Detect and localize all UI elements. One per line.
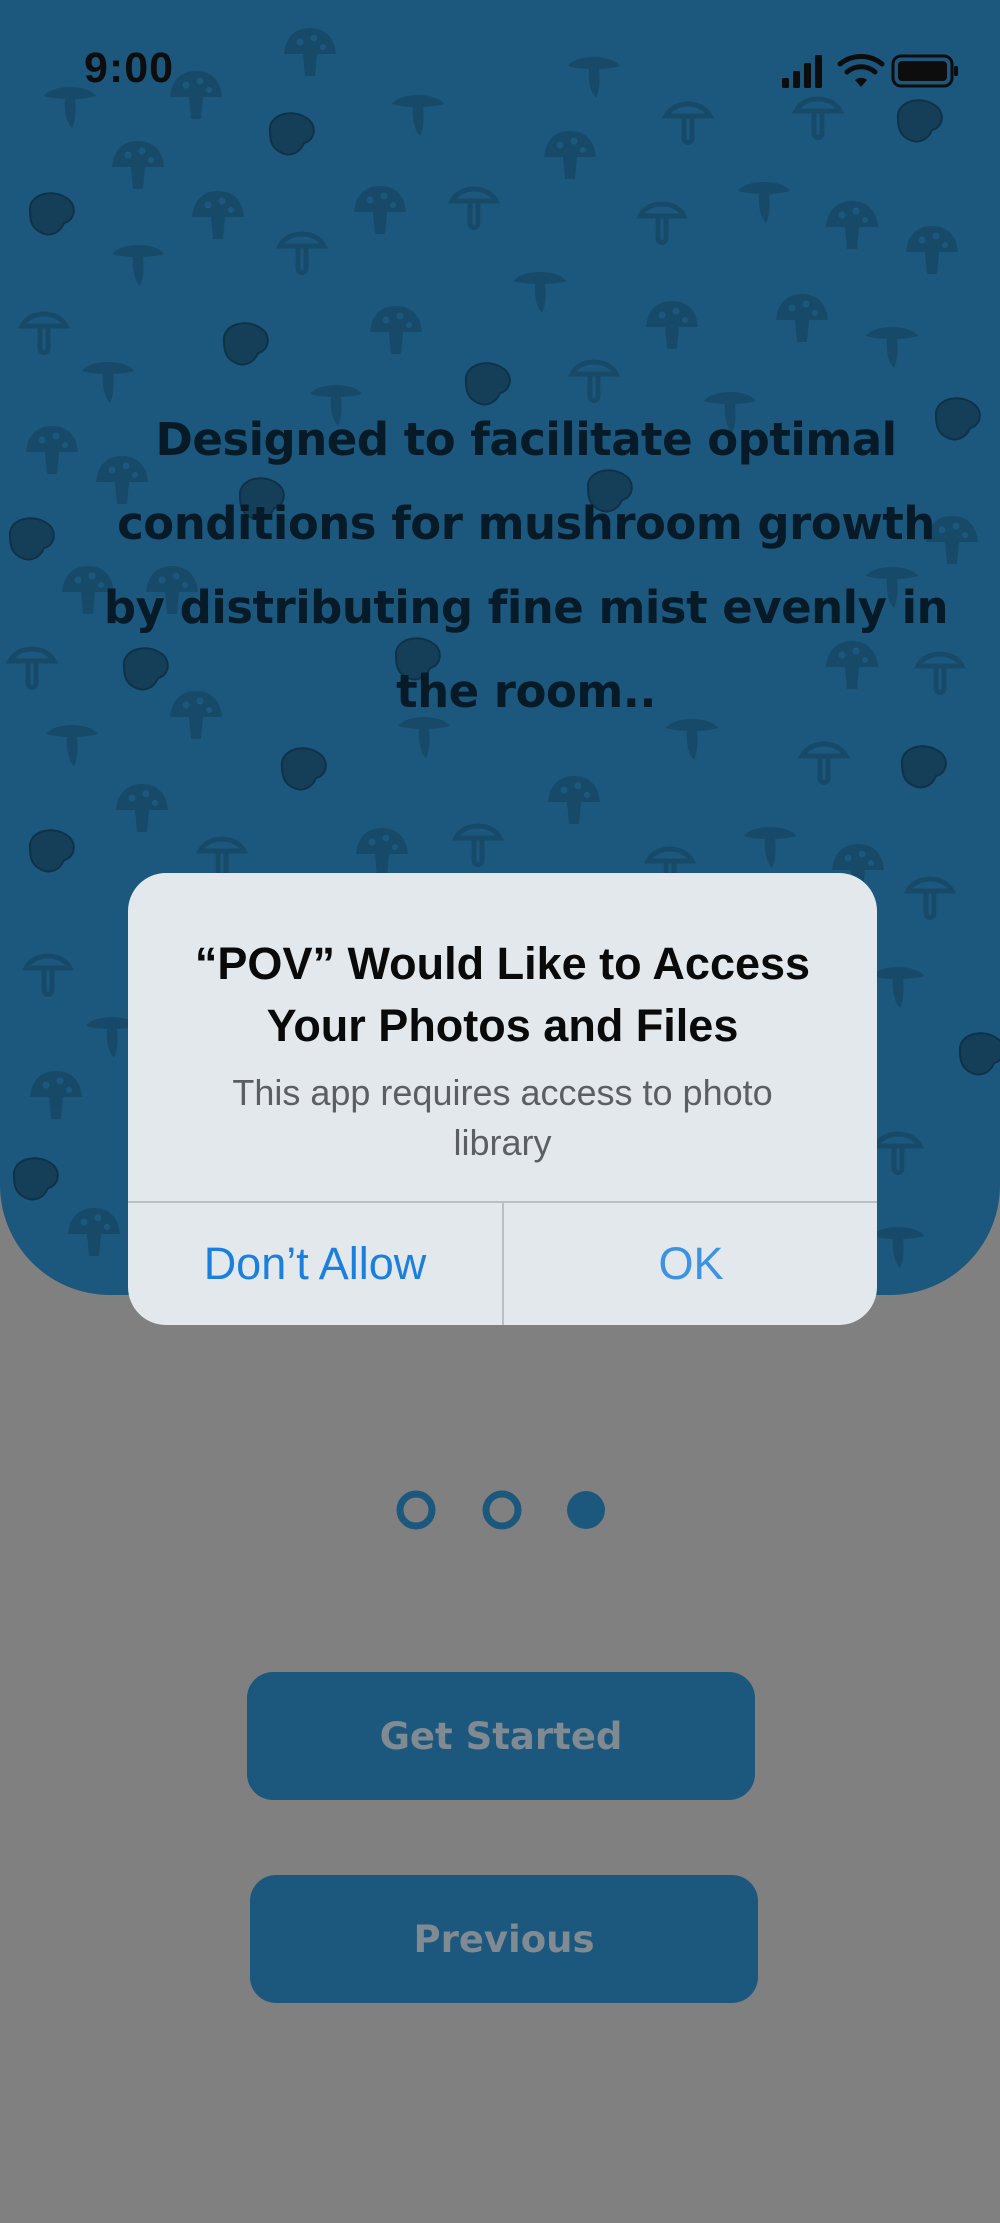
page-indicator (396, 1490, 605, 1530)
battery-icon (891, 54, 958, 88)
status-icons (782, 54, 958, 88)
previous-button[interactable]: Previous (250, 1875, 758, 2003)
ok-button[interactable]: OK (504, 1203, 877, 1325)
photo-permission-alert: “POV” Would Like to Access Your Photos a… (128, 873, 877, 1325)
page-dot-2[interactable] (482, 1490, 522, 1530)
alert-title: “POV” Would Like to Access Your Photos a… (194, 938, 811, 1051)
page-dot-1[interactable] (396, 1490, 436, 1530)
status-bar: 9:00 (0, 0, 1000, 140)
status-time: 9:00 (84, 44, 175, 92)
page-dot-3-active[interactable] (567, 1491, 605, 1529)
get-started-button[interactable]: Get Started (247, 1672, 755, 1800)
onboarding-description: Designed to facilitate optimal condition… (103, 413, 949, 718)
cellular-signal-icon (782, 55, 822, 88)
dont-allow-button[interactable]: Don’t Allow (128, 1203, 502, 1325)
alert-message: This app requires access to photo librar… (232, 1072, 773, 1163)
wifi-icon (837, 54, 885, 87)
